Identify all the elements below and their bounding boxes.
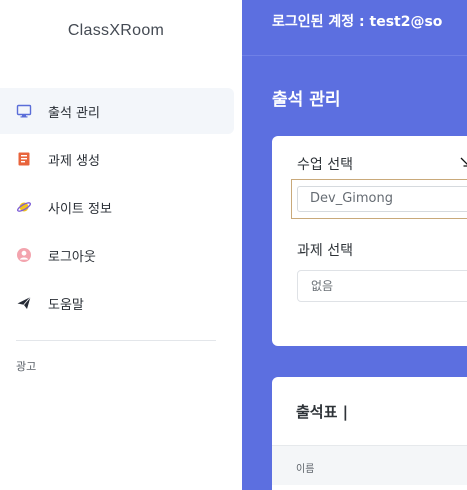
sidebar-divider — [16, 340, 216, 341]
selection-card: 수업 선택 Dev_Gimong 과제 선택 없음 — [272, 136, 467, 346]
attendance-card: 출석표 | 이름 — [272, 377, 467, 490]
ad-label: 광고 — [16, 360, 37, 373]
assignment-select-label: 과제 선택 — [297, 243, 353, 259]
class-select[interactable]: Dev_Gimong — [297, 186, 467, 212]
class-select-label: 수업 선택 — [297, 157, 353, 173]
class-select-focus-ring: Dev_Gimong — [291, 179, 467, 219]
sidebar-item-label: 출석 관리 — [48, 105, 100, 121]
attendance-sheet-title: 출석표 | — [296, 403, 349, 421]
page-title: 출석 관리 — [272, 90, 341, 110]
cursor-icon — [459, 156, 467, 176]
book-icon — [16, 151, 32, 167]
sidebar-item-attendance[interactable]: 출석 관리 — [0, 88, 234, 134]
column-header-name: 이름 — [296, 464, 315, 475]
sidebar-item-label: 로그아웃 — [48, 249, 96, 265]
sidebar-nav: 출석 관리 과제 생성 사이트 정보 로그아웃 도움말 — [0, 88, 234, 328]
sidebar-item-create-assignment[interactable]: 과제 생성 — [0, 136, 234, 182]
table-header: 이름 — [272, 445, 467, 485]
paper-plane-icon — [16, 295, 32, 311]
sidebar-item-site-info[interactable]: 사이트 정보 — [0, 184, 234, 230]
sidebar-item-help[interactable]: 도움말 — [0, 280, 234, 326]
logged-in-account: 로그인된 계정 : test2@so — [272, 14, 443, 30]
sidebar-item-label: 사이트 정보 — [48, 201, 112, 217]
sidebar-item-logout[interactable]: 로그아웃 — [0, 232, 234, 278]
brand-logo[interactable]: ClassXRoom — [0, 22, 232, 40]
assignment-select[interactable]: 없음 — [297, 270, 467, 302]
sidebar: ClassXRoom 출석 관리 과제 생성 사이트 정보 로그아웃 도움말 광… — [0, 0, 242, 490]
user-icon — [16, 247, 32, 263]
sidebar-item-label: 과제 생성 — [48, 153, 100, 169]
monitor-icon — [16, 103, 32, 119]
main-content: 로그인된 계정 : test2@so 출석 관리 수업 선택 Dev_Gimon… — [242, 0, 467, 490]
top-bar: 로그인된 계정 : test2@so — [242, 0, 467, 56]
sidebar-item-label: 도움말 — [48, 297, 84, 313]
planet-icon — [16, 199, 32, 215]
